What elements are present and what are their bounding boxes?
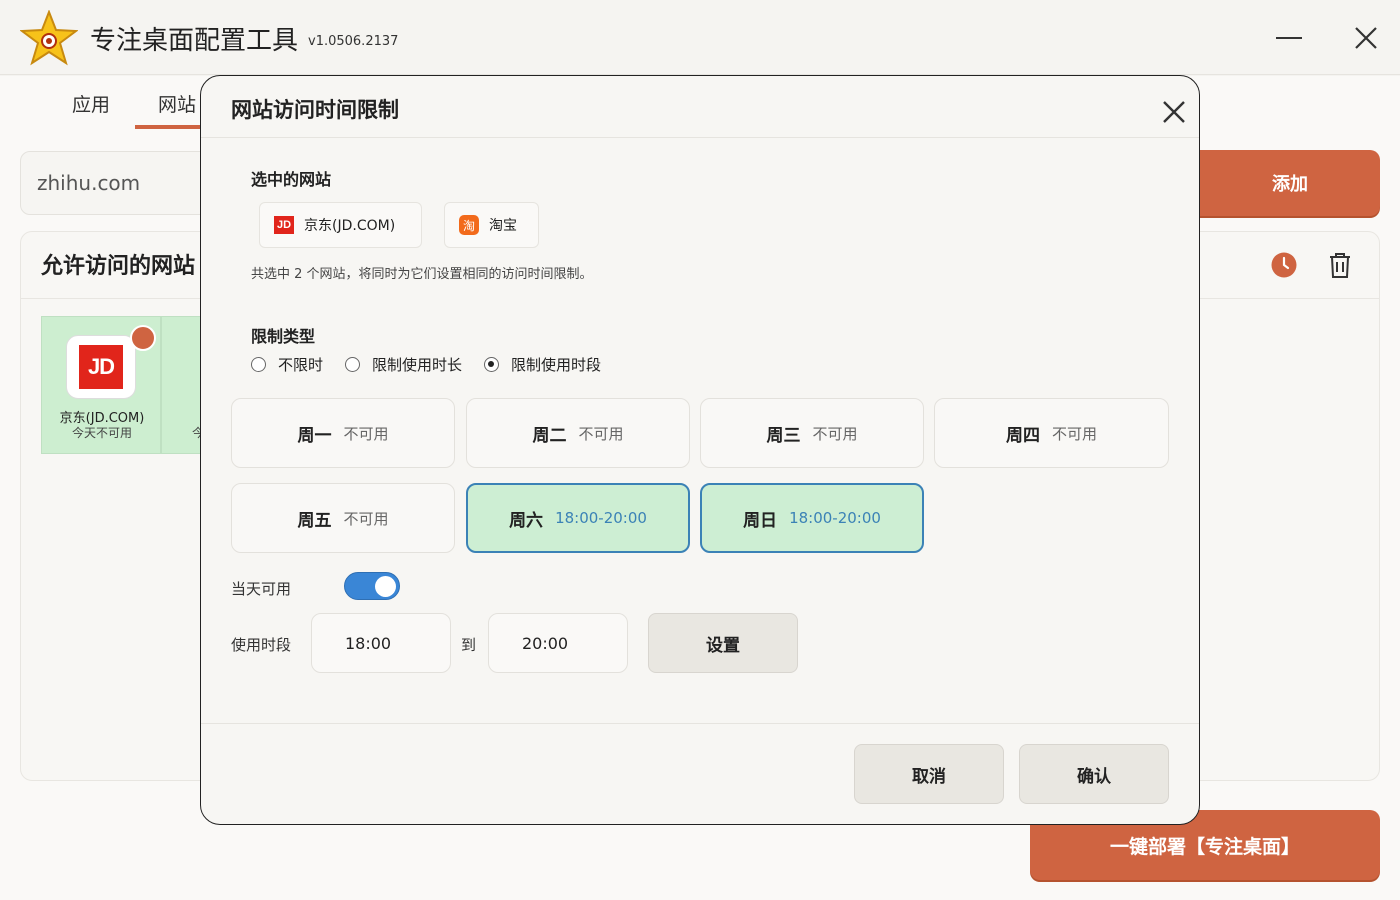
tab-sites[interactable]: 网站 — [158, 90, 196, 117]
end-time-input[interactable] — [488, 613, 628, 673]
star-logo-icon — [20, 10, 78, 66]
jd-icon: JD — [66, 335, 136, 399]
time-limit-dialog: 网站访问时间限制 选中的网站 JD 京东(JD.COM) 淘 淘宝 共选中 2 … — [200, 75, 1200, 825]
day-status: 不可用 — [343, 424, 389, 443]
limit-type-label: 限制类型 — [251, 327, 316, 346]
radio-circle-selected[interactable] — [484, 357, 500, 372]
panel-title: 允许访问的网站 — [41, 254, 196, 279]
radio-label: 限制使用时长 — [372, 356, 463, 374]
jd-icon: JD — [274, 216, 294, 234]
day-name: 周六 — [509, 510, 544, 531]
radio-label: 不限时 — [278, 356, 324, 374]
day-status: 不可用 — [343, 509, 389, 528]
dialog-close-icon[interactable] — [1156, 94, 1192, 130]
selected-sites-label: 选中的网站 — [251, 170, 332, 189]
dialog-header: 网站访问时间限制 — [201, 76, 1199, 138]
available-toggle[interactable] — [344, 572, 400, 600]
day-friday[interactable]: 周五 不可用 — [231, 483, 455, 553]
card-status: 今天不可用 — [71, 426, 132, 440]
minimize-button[interactable] — [1270, 18, 1310, 58]
tab-apps[interactable]: 应用 — [72, 90, 110, 117]
radio-no-limit[interactable]: 不限时 — [251, 354, 323, 375]
add-button[interactable]: 添加 — [1180, 150, 1380, 216]
day-status: 不可用 — [1051, 424, 1097, 443]
day-name: 周四 — [1005, 425, 1040, 446]
radio-label: 限制使用时段 — [511, 356, 602, 374]
footer-divider — [201, 723, 1199, 724]
radio-limit-period[interactable]: 限制使用时段 — [484, 354, 601, 375]
confirm-button[interactable]: 确认 — [1019, 744, 1169, 804]
day-status: 18:00-20:00 — [789, 509, 881, 527]
radio-circle[interactable] — [251, 357, 266, 372]
site-chip-jd: JD 京东(JD.COM) — [259, 202, 422, 248]
window-close-button[interactable] — [1346, 18, 1386, 58]
minimize-icon — [1276, 37, 1302, 39]
day-monday[interactable]: 周一 不可用 — [231, 398, 455, 468]
cancel-button[interactable]: 取消 — [854, 744, 1004, 804]
radio-circle[interactable] — [345, 357, 361, 372]
day-tuesday[interactable]: 周二 不可用 — [466, 398, 690, 468]
site-chip-taobao: 淘 淘宝 — [444, 202, 539, 248]
day-name: 周日 — [743, 510, 778, 531]
dialog-title: 网站访问时间限制 — [231, 98, 399, 122]
day-wednesday[interactable]: 周三 不可用 — [700, 398, 924, 468]
app-title: 专注桌面配置工具 — [90, 26, 299, 56]
day-name: 周三 — [766, 425, 801, 446]
day-status: 不可用 — [578, 424, 624, 443]
day-sunday[interactable]: 周日 18:00-20:00 — [700, 483, 924, 553]
day-name: 周一 — [297, 425, 332, 446]
day-saturday[interactable]: 周六 18:00-20:00 — [466, 483, 690, 553]
clock-icon[interactable] — [1271, 252, 1297, 278]
app-version: v1.0506.2137 — [308, 34, 399, 49]
day-name: 周五 — [297, 510, 332, 531]
period-label: 使用时段 — [231, 636, 292, 654]
set-button[interactable]: 设置 — [648, 613, 798, 673]
radio-limit-duration[interactable]: 限制使用时长 — [345, 354, 462, 375]
site-card-jd[interactable]: JD 京东(JD.COM) 今天不可用 — [41, 316, 161, 454]
day-status: 18:00-20:00 — [555, 509, 647, 527]
clock-badge-icon — [130, 325, 156, 351]
day-name: 周二 — [532, 425, 567, 446]
chip-label: 淘宝 — [489, 218, 517, 234]
tab-active-indicator — [135, 125, 205, 129]
day-thursday[interactable]: 周四 不可用 — [934, 398, 1169, 468]
limit-type-radio-group: 不限时 限制使用时长 限制使用时段 — [251, 354, 623, 375]
selection-hint: 共选中 2 个网站，将同时为它们设置相同的访问时间限制。 — [251, 267, 593, 282]
taobao-icon: 淘 — [459, 215, 479, 235]
to-label: 到 — [461, 636, 477, 654]
trash-icon[interactable] — [1327, 251, 1353, 279]
title-bar: 专注桌面配置工具 v1.0506.2137 — [0, 0, 1400, 75]
available-label: 当天可用 — [231, 580, 292, 598]
start-time-input[interactable] — [311, 613, 451, 673]
chip-label: 京东(JD.COM) — [304, 218, 396, 234]
day-status: 不可用 — [812, 424, 858, 443]
close-icon — [1355, 27, 1377, 49]
